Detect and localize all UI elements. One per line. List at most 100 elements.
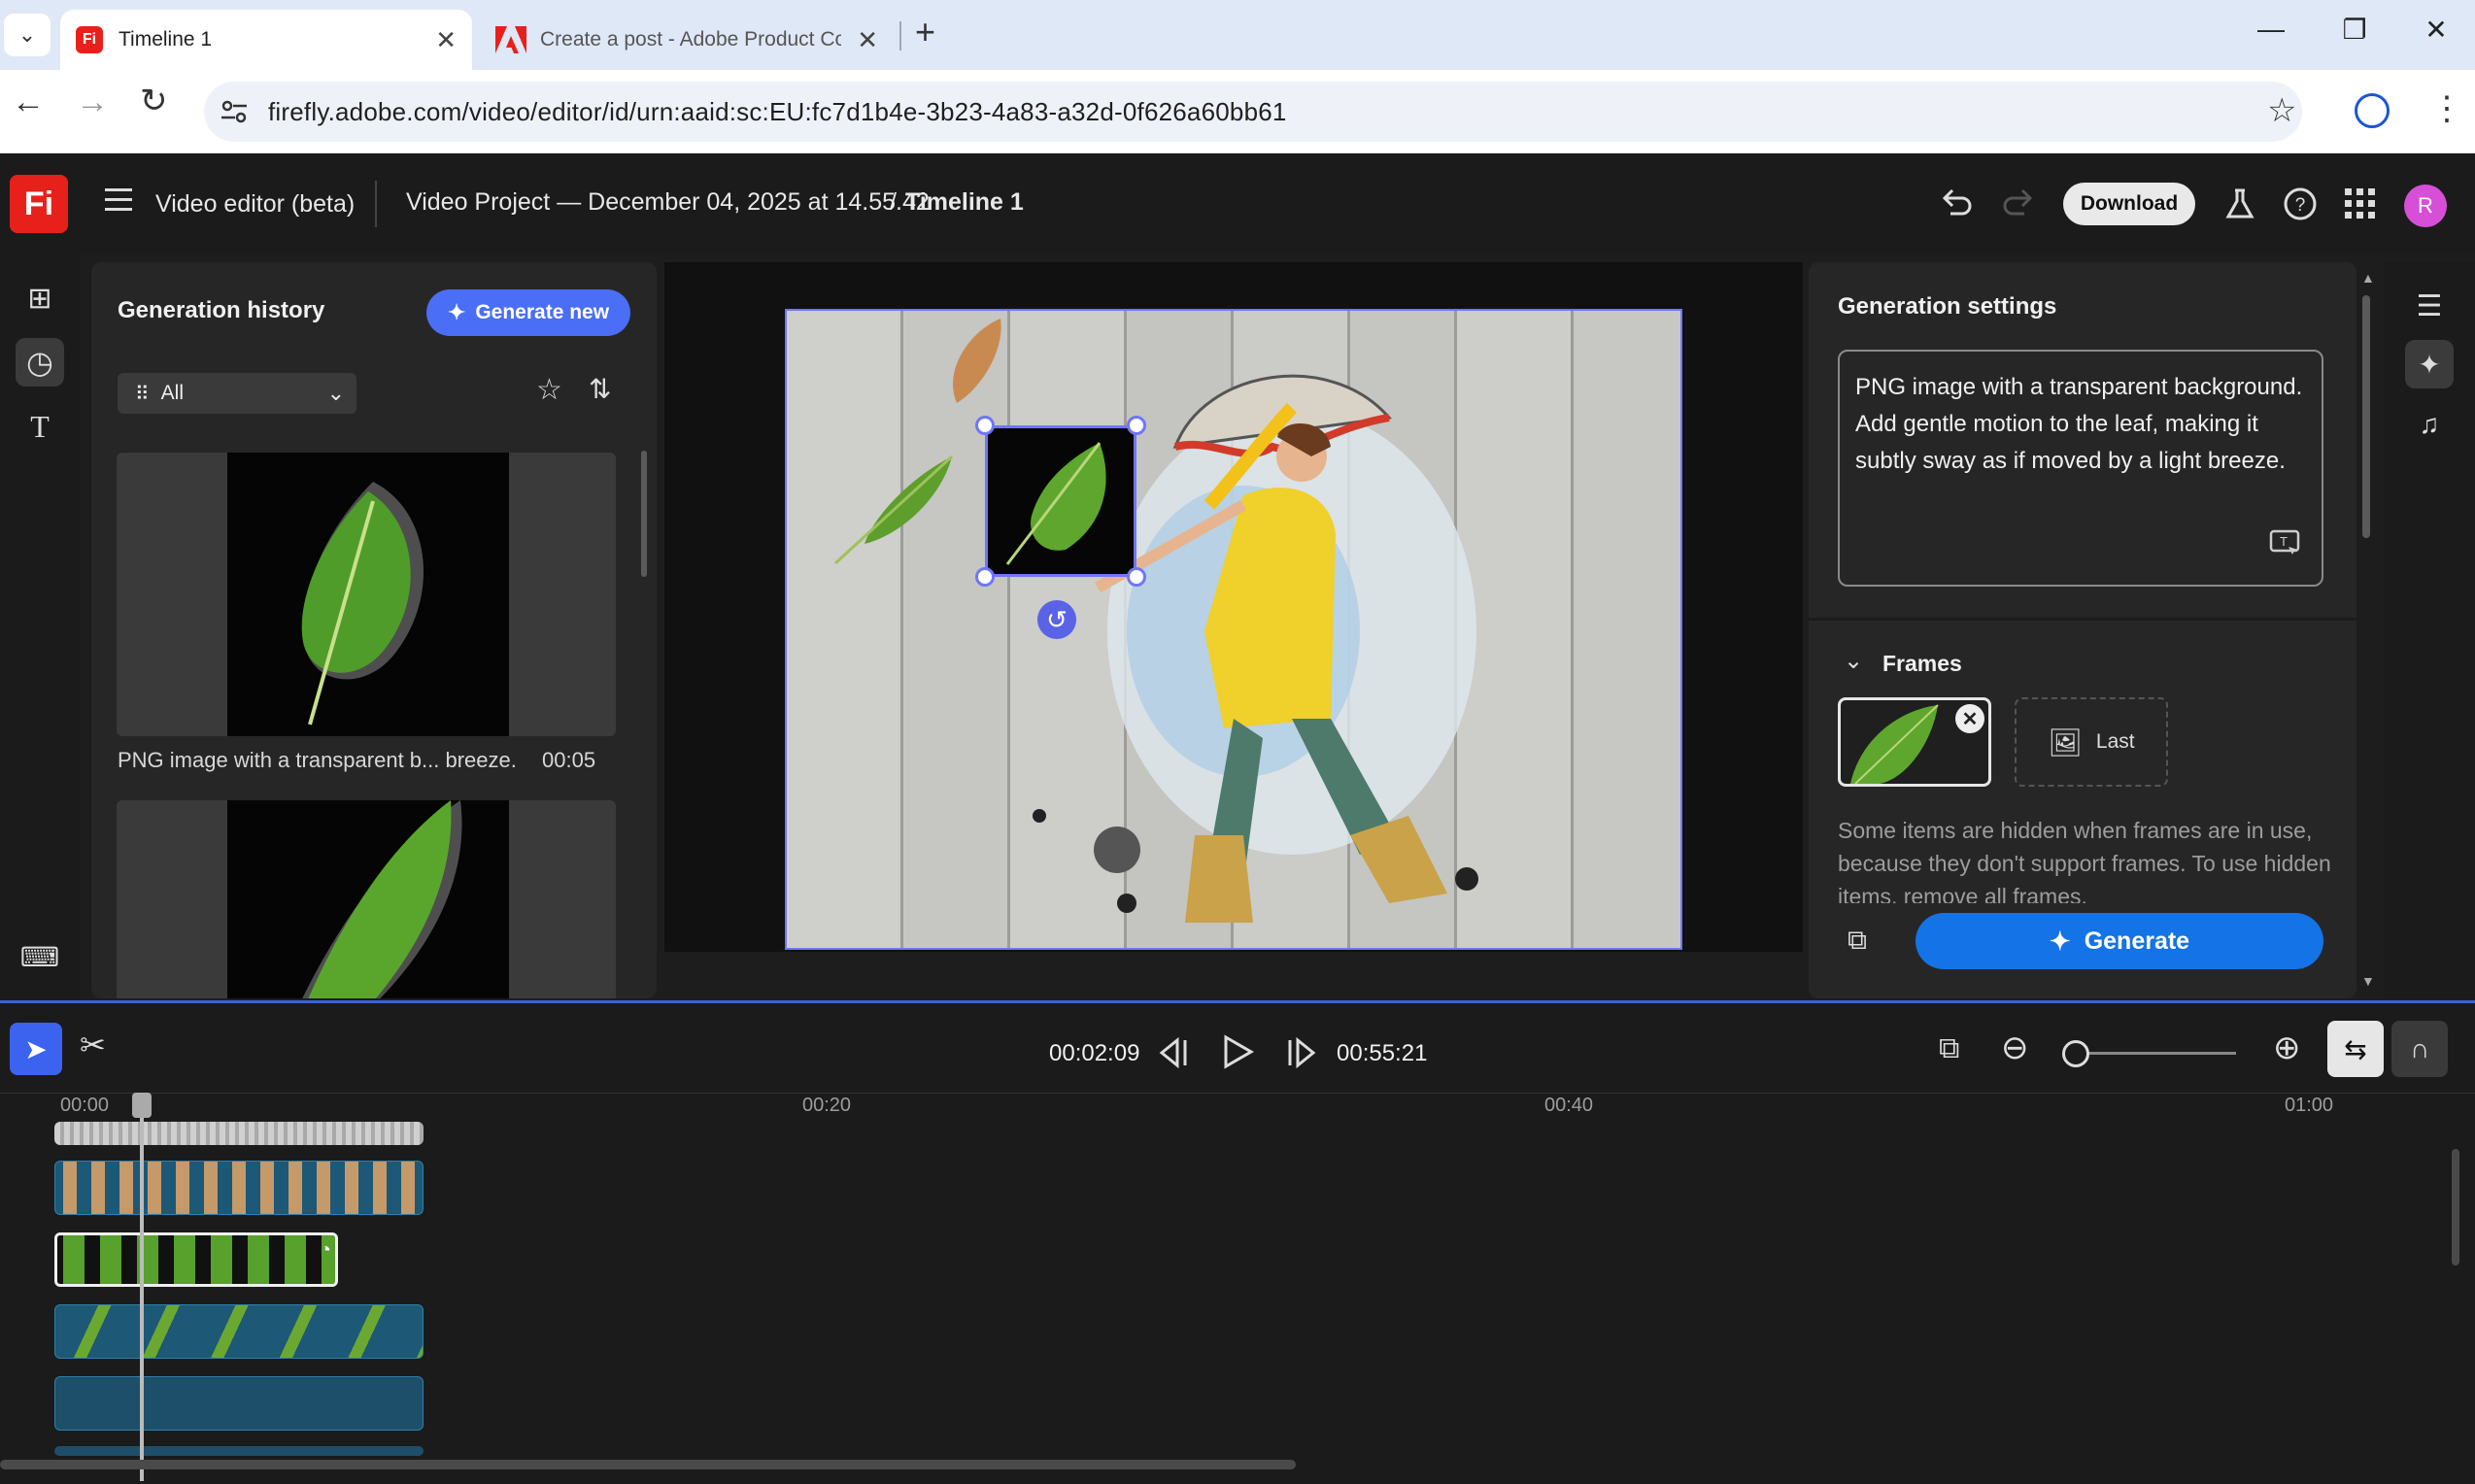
browser-menu-icon[interactable]: ⋮ [2430,89,2463,128]
back-icon[interactable]: ← [12,84,45,121]
prompt-enhance-icon[interactable]: T [2269,528,2302,557]
filter-select[interactable]: ⠿ All ⌄ [118,373,356,414]
prompt-text: PNG image with a transparent background.… [1855,374,2303,474]
history-scrollbar[interactable] [641,451,647,577]
section-divider [1809,618,2356,621]
add-media-icon[interactable]: ⊞ [16,274,64,322]
close-window-icon[interactable]: ✕ [2417,14,2456,46]
timeline-name[interactable]: Timeline 1 [905,188,1024,217]
zoom-slider[interactable] [2067,1052,2236,1055]
keyboard-shortcuts-icon[interactable]: ⌨ [16,932,64,981]
speed-icon[interactable]: ◔ [320,1239,331,1262]
dried-leaf-track[interactable] [54,1161,424,1215]
flask-icon[interactable] [2221,185,2259,223]
selected-leaf-track[interactable]: ◔ [54,1232,338,1287]
help-icon[interactable]: ? [2281,185,2320,223]
caption-text: PNG image with a transparent b... breeze… [118,748,517,772]
first-frame-card[interactable]: ✕ [1838,697,1991,787]
step-back-icon[interactable] [1156,1036,1195,1069]
star-icon[interactable]: ☆ [536,373,562,407]
text-tool-icon[interactable]: T [16,402,64,451]
current-time: 00:02:09 [1049,1040,1140,1066]
firefly-logo[interactable]: Fi [10,175,68,233]
frames-label[interactable]: Frames [1882,651,1962,677]
adjustments-icon[interactable]: ☰ [2405,282,2454,330]
vertical-scrollbar[interactable] [2452,1149,2459,1265]
new-tab-button[interactable]: + [915,12,935,52]
background-track[interactable] [54,1122,424,1145]
resize-handle[interactable] [975,567,995,587]
tab-divider [899,21,901,51]
settings-scrollbar[interactable]: ▲ ▼ [2360,270,2375,989]
reload-icon[interactable]: ↻ [140,82,168,120]
grid-icon: ⠿ [135,383,150,405]
header-divider [375,181,377,227]
magnet-icon[interactable]: ∩ [2391,1021,2448,1077]
menu-icon[interactable] [105,188,132,211]
restore-icon[interactable]: ❐ [2335,14,2374,46]
chevron-down-icon[interactable]: ⌄ [1844,647,1863,675]
generate-video-icon[interactable]: ✦ [2405,340,2454,388]
bookmark-star-icon[interactable]: ☆ [2267,91,2296,130]
generate-button[interactable]: ✦ Generate [1916,913,2323,969]
download-button[interactable]: Download [2063,183,2195,225]
history-icon[interactable]: ◷ [16,338,64,387]
close-tab-icon[interactable]: ✕ [857,25,878,55]
playhead-handle[interactable] [132,1093,152,1118]
apps-grid-icon[interactable] [2343,186,2378,221]
fit-timeline-icon[interactable]: ⧉ [1939,1032,1959,1065]
resize-handle[interactable] [975,416,995,435]
add-image-icon: 🖼 [2048,726,2083,758]
redo-icon[interactable] [1999,185,2038,223]
svg-text:T: T [2280,534,2288,549]
left-tool-rail: ⊞ ◷ T ⌨ [0,254,80,1000]
empty-track[interactable] [54,1446,424,1456]
frames-note: Some items are hidden when frames are in… [1838,818,2331,903]
snap-toggle-icon[interactable]: ⇆ [2327,1021,2384,1077]
playhead[interactable] [140,1093,144,1481]
forward-icon[interactable]: → [76,84,109,121]
profile-icon[interactable] [2355,93,2390,128]
selected-leaf-layer[interactable] [985,425,1136,577]
prompt-input[interactable]: PNG image with a transparent background.… [1838,350,2323,587]
sort-icon[interactable]: ⇅ [589,373,611,405]
resize-handle[interactable] [1127,416,1146,435]
app-menu-label[interactable]: Video editor (beta) [155,190,355,219]
step-forward-icon[interactable] [1280,1036,1319,1069]
avatar[interactable]: R [2404,185,2447,227]
generate-new-button[interactable]: ✦ Generate new [426,289,630,336]
play-icon[interactable] [1220,1034,1255,1069]
app-header: Fi Video editor (beta) Video Project — D… [0,153,2475,254]
green-leaf-track[interactable] [54,1304,424,1359]
undo-icon[interactable] [1937,185,1976,223]
empty-track[interactable] [54,1376,424,1431]
ruler-label: 00:40 [1544,1095,1594,1116]
history-item-caption: PNG image with a transparent b... breeze… [118,748,623,773]
history-thumbnail[interactable] [117,800,616,998]
video-canvas[interactable]: ↺ [785,309,1682,950]
generate-new-label: Generate new [475,301,610,323]
settings-title: Generation settings [1838,293,2057,320]
project-title[interactable]: Video Project — December 04, 2025 at 14.… [406,188,930,217]
zoom-out-icon[interactable]: ⊖ [2001,1029,2029,1067]
tab-create-post[interactable]: Create a post - Adobe Product Co ✕ [482,10,894,70]
zoom-in-icon[interactable]: ⊕ [2273,1029,2301,1067]
last-frame-card[interactable]: 🖼 Last [2015,697,2168,787]
close-tab-icon[interactable]: ✕ [435,25,457,55]
url-field[interactable]: firefly.adobe.com/video/editor/id/urn:aa… [204,82,2302,142]
site-settings-icon[interactable] [220,97,249,126]
shuffle-icon[interactable]: ⧉ [1848,925,1867,957]
clip-thumbnails [55,1162,423,1214]
tab-timeline[interactable]: Fi Timeline 1 ✕ [60,10,472,70]
minimize-icon[interactable]: — [2252,14,2290,45]
horizontal-scrollbar[interactable] [0,1460,1296,1469]
tab-list-dropdown-icon[interactable]: ⌄ [4,14,51,56]
select-tool-icon[interactable]: ➤ [10,1023,62,1075]
resize-handle[interactable] [1127,567,1146,587]
history-thumbnail[interactable] [117,453,616,736]
scissors-icon[interactable]: ✂ [80,1027,106,1063]
zoom-slider-handle[interactable] [2061,1040,2089,1067]
remove-frame-icon[interactable]: ✕ [1955,704,1984,733]
rotate-handle-icon[interactable]: ↺ [1037,600,1076,639]
audio-icon[interactable]: ♫ [2405,400,2454,449]
